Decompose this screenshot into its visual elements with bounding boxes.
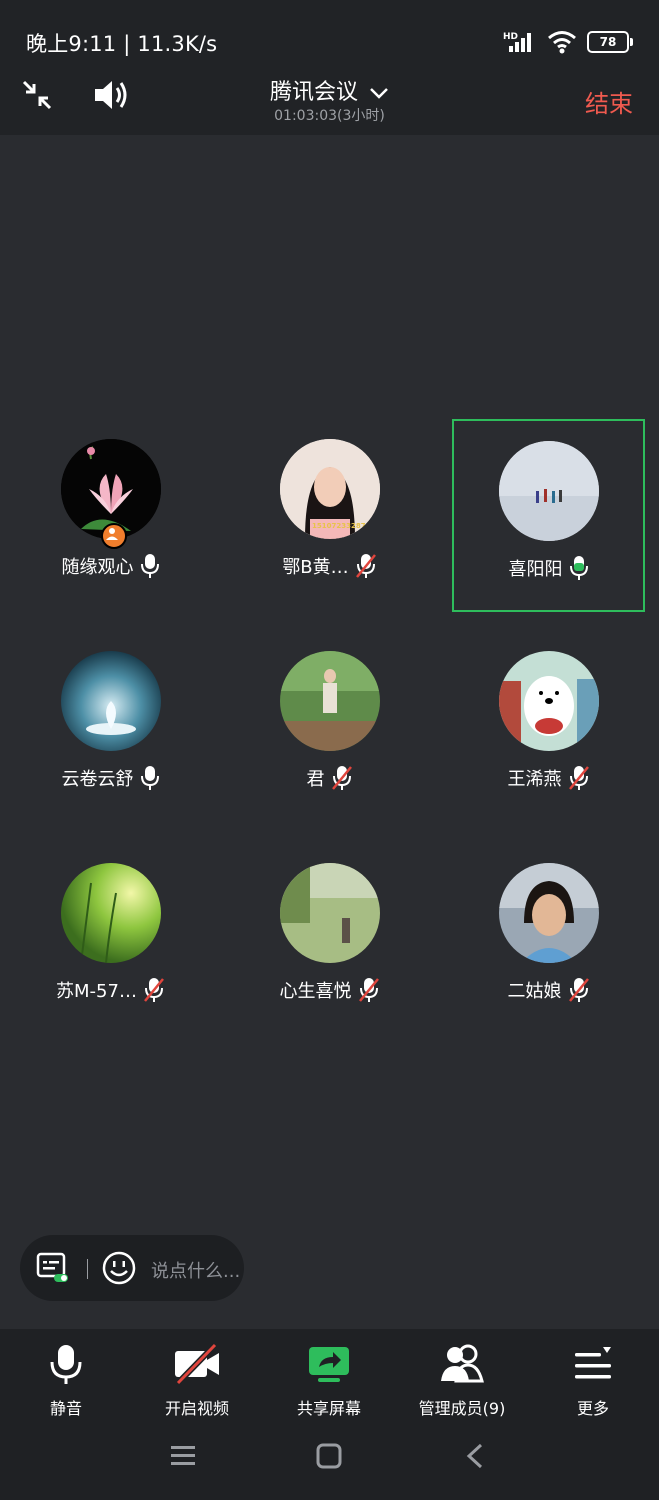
participant-name: 心生喜悦: [279, 981, 352, 1002]
share-screen-icon: [309, 1347, 349, 1382]
chat-input-bar[interactable]: 说点什么...: [20, 1235, 244, 1301]
salt-flat-avatar-image: [498, 441, 599, 541]
participant-name-row: 苏M-57…: [14, 977, 207, 1003]
participant-name: 鄂B黄…: [282, 557, 349, 578]
mic-muted-icon: [355, 554, 376, 578]
start-video-button[interactable]: 开启视频: [132, 1342, 262, 1419]
home-nav-icon[interactable]: [316, 1443, 342, 1469]
back-nav-icon[interactable]: [465, 1443, 485, 1469]
mic-on-icon: [140, 766, 159, 790]
meeting-duration: 01:03:03(3小时): [274, 108, 385, 124]
participant-avatar: [279, 863, 380, 963]
participant-name-row: 鄂B黄…: [233, 553, 426, 579]
participant-name: 王浠燕: [507, 769, 562, 790]
participant-avatar: [60, 651, 161, 751]
participant-tile[interactable]: 心生喜悦: [233, 843, 426, 1036]
participant-tile-active-speaker[interactable]: 喜阳阳: [452, 419, 645, 612]
participant-name: 君: [306, 769, 325, 790]
participant-tile[interactable]: 二姑娘: [452, 843, 645, 1036]
woman-selfie-avatar-image: [498, 863, 599, 963]
garden-photo-avatar-image: [279, 651, 380, 751]
participant-tile[interactable]: 苏M-57…: [14, 843, 207, 1036]
wifi-icon: [548, 31, 576, 54]
mic-speaking-icon: [569, 556, 588, 580]
captions-icon[interactable]: [36, 1252, 70, 1284]
participant-avatar: 15107233287: [279, 439, 380, 539]
cartoon-bear-avatar-image: [498, 651, 599, 751]
participant-tile[interactable]: 随缘观心: [14, 419, 207, 612]
emoji-icon[interactable]: [101, 1250, 137, 1286]
participant-avatar: [279, 651, 380, 751]
svg-text:HD: HD: [503, 32, 518, 42]
hd-signal-icon: HD: [503, 32, 531, 52]
woman-portrait-avatar-image: 15107233287: [279, 439, 380, 539]
participant-name-row: 二姑娘: [452, 977, 645, 1003]
menu-nav-icon[interactable]: [170, 1443, 196, 1469]
mic-muted-icon: [331, 766, 352, 790]
participant-tile[interactable]: 云卷云舒: [14, 631, 207, 824]
meadow-photo-avatar-image: [279, 863, 380, 963]
participant-tile[interactable]: 王浠燕: [452, 631, 645, 824]
mic-on-icon: [140, 554, 159, 578]
meeting-title-label: 腾讯会议: [269, 80, 358, 105]
participant-name-row: 王浠燕: [452, 765, 645, 791]
mute-label: 静音: [49, 1399, 82, 1418]
mute-button[interactable]: 静音: [1, 1343, 131, 1419]
svg-text:15107233287: 15107233287: [312, 522, 366, 530]
start-video-label: 开启视频: [164, 1399, 229, 1418]
participant-tile[interactable]: 15107233287 鄂B黄…: [233, 419, 426, 612]
status-time: 晚上9:11 | 11.3K/s: [26, 32, 218, 56]
participant-avatar: [498, 441, 599, 541]
participant-tile[interactable]: 君: [233, 631, 426, 824]
meeting-header: 腾讯会议 01:03:03(3小时) 结束: [0, 60, 659, 135]
status-icons: HD 78: [503, 30, 633, 54]
mic-muted-icon: [144, 978, 164, 1002]
more-button[interactable]: 更多: [528, 1343, 658, 1419]
mic-muted-icon: [568, 766, 589, 790]
battery-indicator: 78: [587, 31, 633, 53]
share-screen-label: 共享屏幕: [296, 1399, 361, 1418]
share-screen-button[interactable]: 共享屏幕: [264, 1343, 394, 1419]
manage-members-button[interactable]: 管理成员(9): [397, 1343, 527, 1419]
mic-muted-icon: [358, 978, 379, 1002]
participant-avatar: [60, 863, 161, 963]
glowing-lotus-avatar-image: [60, 651, 161, 751]
participant-name-row: 云卷云舒: [14, 765, 207, 791]
participant-name: 云卷云舒: [61, 769, 134, 790]
system-nav-bar: [0, 1425, 659, 1500]
members-icon: [441, 1344, 484, 1383]
participant-name-row: 随缘观心: [14, 553, 207, 579]
participant-avatar: [498, 863, 599, 963]
end-meeting-button[interactable]: 结束: [585, 84, 633, 119]
participant-name: 喜阳阳: [508, 559, 563, 580]
chevron-down-icon: [370, 88, 388, 99]
microphone-icon: [50, 1345, 82, 1384]
green-grass-avatar-image: [60, 863, 161, 963]
chat-placeholder: 说点什么...: [151, 1261, 241, 1282]
participant-name: 苏M-57…: [56, 981, 137, 1002]
participant-name-row: 心生喜悦: [233, 977, 426, 1003]
meeting-title[interactable]: 腾讯会议: [0, 74, 659, 106]
participant-name-row: 君: [233, 765, 426, 791]
manage-members-label: 管理成员(9): [418, 1399, 506, 1418]
more-menu-icon: [575, 1347, 611, 1379]
participant-name: 随缘观心: [61, 557, 134, 578]
divider: [87, 1259, 88, 1279]
more-label: 更多: [576, 1399, 609, 1418]
participant-name-row: 喜阳阳: [454, 555, 643, 581]
mic-muted-icon: [568, 978, 589, 1002]
video-off-icon: [175, 1342, 219, 1386]
host-badge-icon: [100, 523, 127, 549]
participant-avatar: [498, 651, 599, 751]
participant-name: 二姑娘: [507, 981, 562, 1002]
